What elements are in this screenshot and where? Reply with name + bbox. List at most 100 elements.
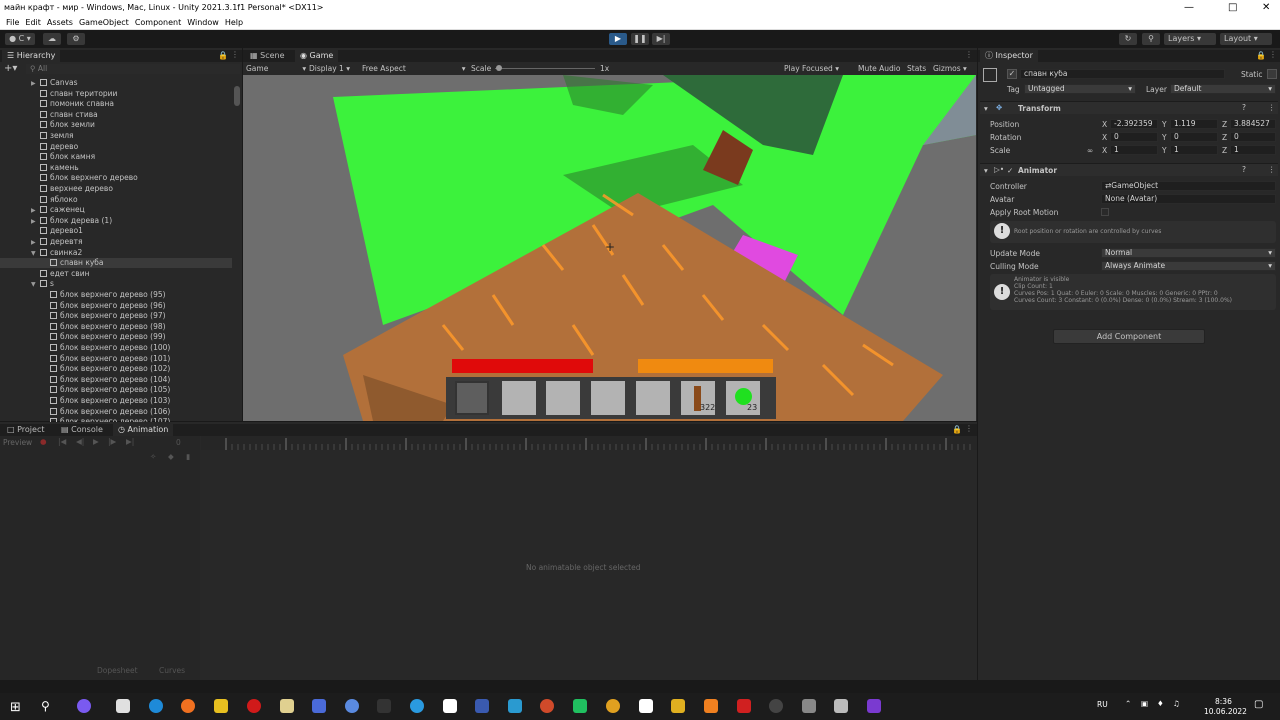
- create-icon[interactable]: +▾: [4, 63, 17, 74]
- menu-assets[interactable]: Assets: [47, 18, 73, 27]
- scale-x-field[interactable]: 1: [1110, 145, 1158, 155]
- app-icon[interactable]: [345, 699, 359, 713]
- link-icon[interactable]: ∞: [1087, 146, 1093, 155]
- maximize-icon[interactable]: □: [1228, 2, 1237, 13]
- hotbar-slot-1[interactable]: [455, 381, 489, 415]
- culling-mode-dropdown[interactable]: Always Animate ▾: [1101, 261, 1276, 271]
- hierarchy-item[interactable]: Canvas: [40, 78, 78, 88]
- chrome-icon[interactable]: [606, 699, 620, 713]
- app-icon[interactable]: [77, 699, 91, 713]
- hierarchy-item[interactable]: дерево: [40, 142, 78, 152]
- hierarchy-item[interactable]: блок верхнего дерево (99): [50, 332, 166, 342]
- dopesheet-tab[interactable]: Dopesheet: [97, 666, 138, 675]
- hierarchy-item[interactable]: камень: [40, 163, 79, 173]
- menu-gameobject[interactable]: GameObject: [79, 18, 129, 27]
- chrome-icon[interactable]: [540, 699, 554, 713]
- add-event-icon[interactable]: ◆: [168, 452, 174, 461]
- hierarchy-item[interactable]: блок верхнего дерево (102): [50, 364, 170, 374]
- hotbar-slot-6[interactable]: 322: [681, 381, 715, 415]
- play-focused-dropdown[interactable]: Play Focused ▾: [784, 64, 839, 73]
- pdf-icon[interactable]: [737, 699, 751, 713]
- kebab-icon[interactable]: ⋮: [965, 424, 973, 433]
- game-mode-dropdown[interactable]: Game ▾: [246, 64, 306, 73]
- minimize-icon[interactable]: —: [1184, 2, 1194, 13]
- timeline-ruler[interactable]: [201, 436, 977, 450]
- hierarchy-item[interactable]: саженец: [40, 205, 85, 215]
- transform-header[interactable]: ▾ ✥ Transform ? ⋮: [980, 101, 1278, 114]
- foldout-icon[interactable]: ▶: [31, 207, 36, 214]
- hotbar-slot-4[interactable]: [591, 381, 625, 415]
- tab-console[interactable]: ▤ Console: [56, 424, 108, 436]
- hierarchy-item[interactable]: блок верхнего дерево (101): [50, 354, 170, 364]
- record-icon[interactable]: ●: [40, 437, 47, 446]
- hierarchy-search-input[interactable]: ⚲ All: [26, 64, 240, 74]
- speaker-icon[interactable]: ♫: [1173, 699, 1180, 708]
- object-name-field[interactable]: спавн куба: [1020, 69, 1225, 79]
- hierarchy-item[interactable]: спавн куба: [0, 258, 232, 269]
- hierarchy-item[interactable]: яблоко: [40, 195, 78, 205]
- clock-date[interactable]: 10.06.2022: [1204, 707, 1247, 716]
- game-viewport[interactable]: + 322 23: [243, 75, 976, 421]
- display-dropdown[interactable]: Display 1 ▾: [309, 64, 350, 73]
- kebab-icon[interactable]: ⋮: [1268, 103, 1276, 112]
- close-icon[interactable]: ✕: [1262, 2, 1270, 13]
- app-icon[interactable]: [377, 699, 391, 713]
- rotation-x-field[interactable]: 0: [1110, 132, 1158, 142]
- clock-time[interactable]: 8:36: [1215, 697, 1232, 706]
- prev-key-icon[interactable]: ◀|: [76, 437, 84, 446]
- help-icon[interactable]: ?: [1242, 103, 1246, 112]
- kebab-icon[interactable]: ⋮: [231, 50, 239, 59]
- scale-slider-handle[interactable]: [496, 65, 502, 71]
- scale-z-field[interactable]: 1: [1230, 145, 1276, 155]
- rotation-z-field[interactable]: 0: [1230, 132, 1276, 142]
- app-icon[interactable]: [769, 699, 783, 713]
- active-checkbox[interactable]: ✓: [1007, 69, 1017, 79]
- hierarchy-item[interactable]: помоник спавна: [40, 99, 114, 109]
- hierarchy-item[interactable]: верхнее дерево: [40, 184, 113, 194]
- unity-icon[interactable]: [834, 699, 848, 713]
- hierarchy-item[interactable]: свинка2: [40, 248, 82, 258]
- avatar-field[interactable]: None (Avatar): [1101, 194, 1276, 204]
- app-icon[interactable]: [443, 699, 457, 713]
- hierarchy-item[interactable]: блок верхнего дерево (95): [50, 290, 166, 300]
- position-x-field[interactable]: -2.392359: [1110, 119, 1158, 129]
- hierarchy-scrollbar[interactable]: [234, 86, 240, 106]
- hierarchy-item[interactable]: блок верхнего дерево (103): [50, 396, 170, 406]
- edge-icon[interactable]: [149, 699, 163, 713]
- menu-window[interactable]: Window: [187, 18, 219, 27]
- app-icon[interactable]: [280, 699, 294, 713]
- animator-enabled-checkbox[interactable]: ✓: [1007, 166, 1013, 175]
- lock-icon[interactable]: 🔒: [952, 425, 962, 434]
- help-icon[interactable]: ?: [1242, 165, 1246, 174]
- hierarchy-item[interactable]: блок земли: [40, 120, 95, 130]
- hierarchy-item[interactable]: блок верхнего дерево: [40, 173, 138, 183]
- notifications-icon[interactable]: ▢: [1254, 699, 1263, 710]
- controller-field[interactable]: ⇄GameObject: [1101, 181, 1276, 191]
- cloud-icon[interactable]: ☁: [43, 33, 61, 45]
- kebab-icon[interactable]: ⋮: [965, 50, 973, 59]
- hierarchy-item[interactable]: блок верхнего дерево (97): [50, 311, 166, 321]
- mute-audio-toggle[interactable]: Mute Audio: [858, 64, 900, 73]
- tab-hierarchy[interactable]: ☰ Hierarchy: [2, 50, 61, 62]
- menu-help[interactable]: Help: [225, 18, 243, 27]
- hierarchy-item[interactable]: блок верхнего дерево (96): [50, 301, 166, 311]
- hierarchy-item[interactable]: спавн територии: [40, 89, 117, 99]
- foldout-icon[interactable]: ▶: [31, 239, 36, 246]
- menu-component[interactable]: Component: [135, 18, 181, 27]
- foldout-icon[interactable]: ▶: [31, 80, 36, 87]
- app-icon[interactable]: [475, 699, 489, 713]
- network-icon[interactable]: ▣: [1141, 699, 1148, 708]
- hotbar-slot-2[interactable]: [502, 381, 536, 415]
- tray-chevron-icon[interactable]: ⌃: [1125, 699, 1131, 708]
- next-key-icon[interactable]: |▶: [108, 437, 116, 446]
- update-mode-dropdown[interactable]: Normal ▾: [1101, 248, 1276, 258]
- hierarchy-item[interactable]: блок дерева (1): [40, 216, 112, 226]
- add-component-button[interactable]: Add Component: [1053, 329, 1205, 344]
- kebab-icon[interactable]: ⋮: [1269, 50, 1277, 59]
- position-y-field[interactable]: 1.119: [1170, 119, 1218, 129]
- lock-icon[interactable]: 🔒: [218, 51, 228, 60]
- frame-field[interactable]: 0: [176, 438, 181, 447]
- gizmos-dropdown[interactable]: Gizmos ▾: [933, 64, 967, 73]
- history-icon[interactable]: ↻: [1119, 33, 1137, 45]
- store-icon[interactable]: [116, 699, 130, 713]
